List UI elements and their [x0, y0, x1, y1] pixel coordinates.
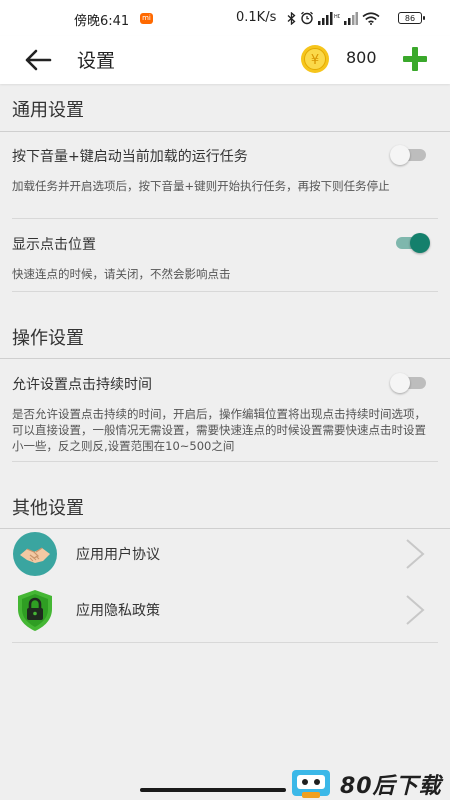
section-divider	[0, 358, 450, 359]
coin-count: 800	[346, 48, 377, 67]
coin-icon: ¥	[301, 45, 329, 73]
other-settings-header: 其他设置	[0, 486, 450, 526]
bluetooth-icon	[287, 11, 296, 25]
section-divider	[0, 131, 450, 132]
privacy-shield-icon	[18, 590, 52, 631]
privacy-policy-label: 应用隐私政策	[76, 603, 160, 619]
user-agreement-row[interactable]: 应用用户协议	[0, 526, 450, 582]
plus-icon	[403, 47, 427, 71]
handshake-icon	[13, 532, 57, 576]
toggle-thumb	[410, 233, 430, 253]
status-time: 傍晚6:41	[74, 14, 130, 29]
network-speed: 0.1K/s	[236, 10, 277, 25]
page-title: 设置	[77, 50, 116, 72]
robot-logo-icon	[292, 770, 330, 798]
general-settings-header: 通用设置	[0, 88, 450, 128]
volume-key-setting-title: 按下音量+键启动当前加载的运行任务	[12, 149, 248, 165]
watermark-text: 80后下载	[340, 774, 442, 799]
mi-notification-icon: mi	[140, 13, 153, 24]
add-coins-button[interactable]	[400, 44, 430, 74]
svg-text:HD: HD	[334, 14, 340, 20]
chevron-right-icon	[406, 539, 425, 569]
status-icons: HD	[287, 11, 380, 25]
general-settings-title: 通用设置	[12, 100, 84, 121]
click-duration-setting-title: 允许设置点击持续时间	[12, 377, 152, 393]
click-duration-toggle[interactable]	[390, 372, 428, 394]
coin-symbol: ¥	[311, 53, 319, 68]
chevron-right-icon	[406, 595, 425, 625]
signal-icon: HD	[318, 11, 340, 25]
arrow-left-icon	[25, 49, 52, 71]
volume-key-setting-desc: 加载任务并开启选项后，按下音量+键则开始执行任务，再按下则任务停止	[12, 179, 390, 193]
privacy-policy-row[interactable]: 应用隐私政策	[0, 582, 450, 638]
watermark: 80后下载	[290, 766, 450, 800]
toggle-thumb	[390, 373, 410, 393]
status-bar: 傍晚6:41 mi 0.1K/s HD 86	[0, 0, 450, 36]
alarm-icon	[301, 11, 313, 25]
wifi-icon	[362, 11, 380, 25]
row-divider	[12, 218, 438, 219]
show-click-setting-title: 显示点击位置	[12, 237, 96, 253]
operation-settings-title: 操作设置	[12, 328, 84, 349]
operation-settings-header: 操作设置	[0, 316, 450, 356]
battery-icon: 86	[398, 12, 425, 24]
show-click-toggle[interactable]	[390, 232, 430, 254]
row-divider	[12, 291, 438, 292]
click-duration-setting-desc: 是否允许设置点击持续的时间，开启后，操作编辑位置将出现点击持续时间选项，可以直接…	[12, 407, 426, 453]
signal-icon-2	[344, 11, 358, 25]
back-button[interactable]	[22, 44, 54, 76]
toggle-thumb	[390, 145, 410, 165]
other-settings-title: 其他设置	[12, 498, 84, 519]
app-bar: 设置 ¥ 800	[0, 36, 450, 84]
row-divider	[12, 461, 438, 462]
show-click-setting-desc: 快速连点的时候，请关闭，不然会影响点击	[12, 267, 231, 281]
home-indicator[interactable]	[140, 788, 286, 792]
volume-key-toggle[interactable]	[390, 144, 428, 166]
row-divider	[12, 642, 438, 643]
user-agreement-label: 应用用户协议	[76, 547, 160, 563]
